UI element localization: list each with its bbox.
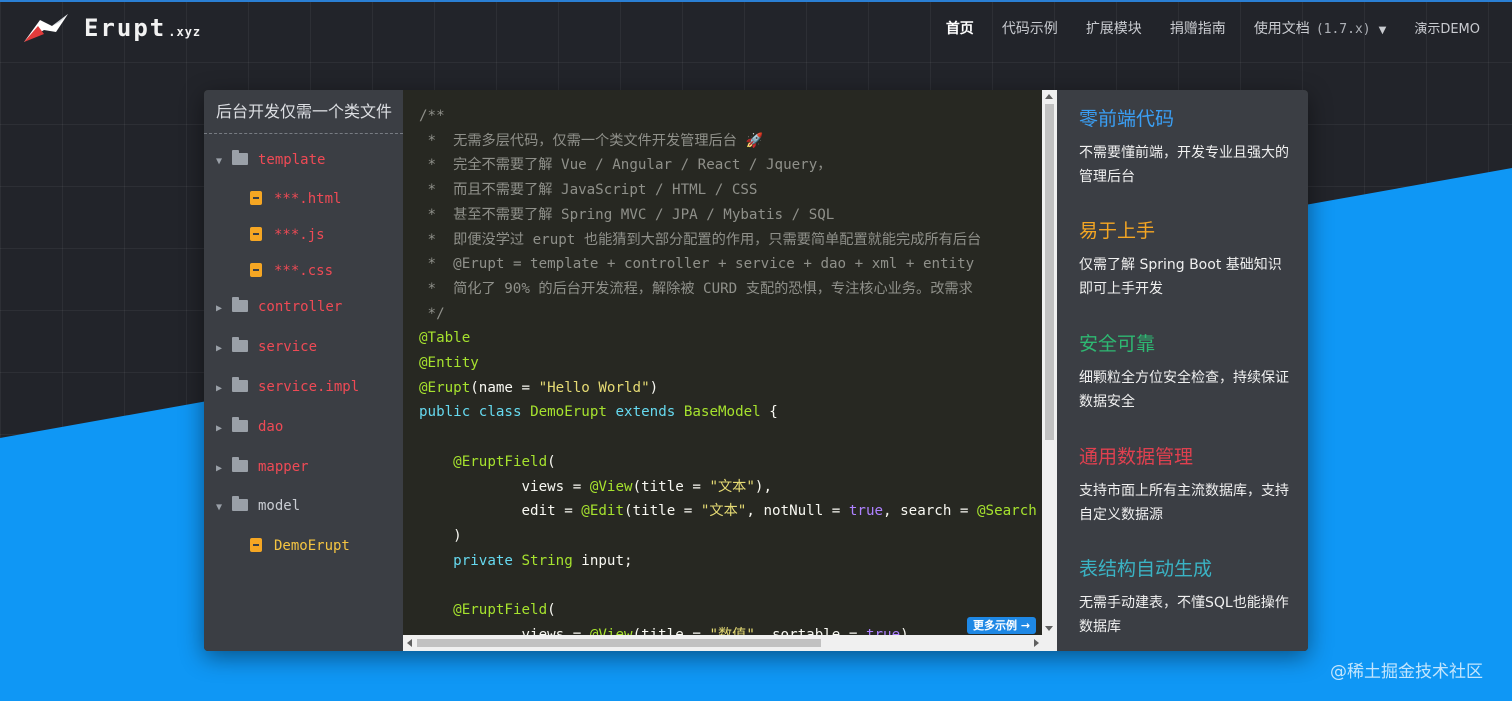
scroll-right-icon[interactable] [1034,639,1039,647]
tree-item-label: controller [258,299,343,315]
tree-folder-controller[interactable]: ▶ controller [214,295,342,319]
code-block: /** * 无需多层代码，仅需一个类文件开发管理后台 🚀 * 完全不需要了解 V… [419,108,1037,635]
tree-file[interactable]: ***.html [250,187,341,211]
file-icon [250,263,262,277]
chevron-down-icon[interactable]: ▼ [214,150,224,174]
nav-item-0[interactable]: 首页 [946,18,974,38]
tree-item-label: DemoErupt [274,538,350,554]
chevron-right-icon[interactable]: ▶ [214,297,224,321]
erupt-bird-logo-icon[interactable] [22,12,70,46]
tree-item-label: ***.html [274,191,342,207]
tree-folder-service[interactable]: ▶ service [214,335,317,359]
feature-description: 细颗粒全方位安全检查，持续保证数据安全 [1079,370,1289,410]
tree-title: 后台开发仅需一个类文件 [204,90,403,134]
chevron-right-icon[interactable]: ▶ [214,337,224,361]
vertical-scrollbar[interactable] [1042,90,1057,635]
file-tree: 后台开发仅需一个类文件 ▼ template ***.html ***.js ***.c… [204,90,403,651]
tree-item-label: service.impl [258,379,360,395]
tree-file[interactable]: DemoErupt [250,534,350,558]
tree-item-label: template [258,152,326,168]
chevron-right-icon[interactable]: ▶ [214,377,224,401]
more-examples-button[interactable]: 更多示例 → [967,617,1037,634]
nav-item-label: 代码示例 [1001,21,1058,37]
tree-item-label: dao [258,419,284,435]
feature-list: 零前端代码不需要懂前端，开发专业且强大的管理后台易于上手仅需了解 Spring … [1057,90,1308,651]
brand-name[interactable]: Erupt .xyz [84,14,201,42]
chevron-down-icon[interactable]: ▼ [1379,25,1387,36]
scroll-left-icon[interactable] [407,639,412,647]
tree-file[interactable]: ***.css [250,259,333,283]
feature-description: 不需要懂前端，开发专业且强大的管理后台 [1079,145,1289,185]
folder-icon [232,496,248,511]
chevron-right-icon[interactable]: ▶ [214,417,224,441]
tree-file[interactable]: ***.js [250,223,325,247]
feature-item: 表结构自动生成无需手动建表，不懂SQL也能操作数据库 [1079,554,1295,639]
tree-item-label: ***.css [274,263,334,279]
file-icon [250,191,262,205]
vertical-scroll-thumb[interactable] [1045,104,1054,440]
feature-item: 通用数据管理支持市面上所有主流数据库，支持自定义数据源 [1079,442,1295,527]
tree-folder-template[interactable]: ▼ template [214,148,325,172]
nav-item-label: 首页 [945,21,974,37]
feature-title: 表结构自动生成 [1079,558,1213,580]
watermark: @稀土掘金技术社区 [1330,662,1483,682]
tree-item-label: mapper [258,459,309,475]
folder-icon [232,297,248,312]
tree-folder-mapper[interactable]: ▶ mapper [214,455,309,479]
code-viewer[interactable]: /** * 无需多层代码，仅需一个类文件开发管理后台 🚀 * 完全不需要了解 V… [403,90,1042,635]
feature-title: 零前端代码 [1079,108,1175,130]
nav-item-3[interactable]: 捐赠指南 [1170,18,1226,38]
file-icon [250,538,262,552]
file-icon [250,227,262,241]
tree-folder-dao[interactable]: ▶ dao [214,415,283,439]
tree-item-label: ***.js [274,227,325,243]
chevron-right-icon[interactable]: ▶ [214,457,224,481]
horizontal-scroll-thumb[interactable] [417,639,821,647]
folder-icon [232,337,248,352]
folder-icon [232,457,248,472]
feature-item: 零前端代码不需要懂前端，开发专业且强大的管理后台 [1079,104,1295,189]
feature-item: 易于上手仅需了解 Spring Boot 基础知识即可上手开发 [1079,216,1295,301]
feature-description: 支持市面上所有主流数据库，支持自定义数据源 [1079,483,1289,523]
folder-icon [232,377,248,392]
folder-icon [232,417,248,432]
tree-item-label: model [258,498,301,514]
demo-card: 后台开发仅需一个类文件 ▼ template ***.html ***.js ***.c… [204,90,1308,651]
nav-item-4[interactable]: 使用文档 (1.7.x) ▼ [1254,18,1387,38]
main-nav: 首页 代码示例 扩展模块 捐赠指南 使用文档 (1.7.x) ▼ 演示DEMO [918,18,1480,38]
folder-icon [232,150,248,165]
docs-version: (1.7.x) [1315,22,1371,37]
horizontal-scrollbar[interactable] [403,635,1057,651]
scroll-down-icon[interactable] [1045,626,1053,631]
feature-title: 安全可靠 [1079,333,1156,355]
nav-item-5[interactable]: 演示DEMO [1414,18,1480,38]
tree-folder-model[interactable]: ▼ model [214,494,300,518]
nav-item-label: 捐赠指南 [1169,21,1226,37]
tree-item-label: service [258,339,318,355]
feature-item: 安全可靠细颗粒全方位安全检查，持续保证数据安全 [1079,329,1295,414]
nav-item-label: 演示DEMO [1414,22,1480,37]
chevron-down-icon[interactable]: ▼ [214,496,224,520]
nav-item-1[interactable]: 代码示例 [1002,18,1058,38]
nav-item-label: 使用文档 [1253,21,1310,37]
nav-item-2[interactable]: 扩展模块 [1086,18,1142,38]
nav-item-label: 扩展模块 [1085,21,1142,37]
feature-title: 易于上手 [1079,220,1156,242]
feature-title: 通用数据管理 [1079,446,1194,468]
top-navbar: Erupt .xyz 首页 代码示例 扩展模块 捐赠指南 使用文档 (1.7.x) ▼ 演示DE… [0,0,1512,54]
tree-folder-service-impl[interactable]: ▶ service.impl [214,375,359,399]
feature-description: 无需手动建表，不懂SQL也能操作数据库 [1079,595,1289,635]
feature-description: 仅需了解 Spring Boot 基础知识即可上手开发 [1079,257,1282,297]
scroll-up-icon[interactable] [1045,94,1053,99]
